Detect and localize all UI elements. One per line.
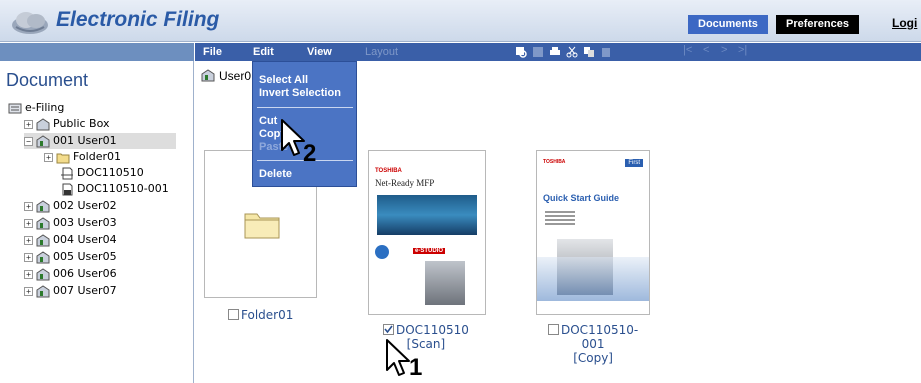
- tree-item-label: 003 User03: [53, 216, 117, 229]
- breadcrumb-label: User0: [219, 69, 252, 83]
- next-page-icon[interactable]: >: [721, 44, 727, 56]
- doc-studio: e-STUDIO: [413, 248, 446, 254]
- doc-brand: TOSHIBA: [543, 159, 566, 165]
- print-icon[interactable]: [549, 46, 561, 58]
- menu-layout[interactable]: Layout: [365, 43, 398, 61]
- tree-item-label: DOC110510: [77, 166, 144, 179]
- tree-item-user01[interactable]: − 001 User01: [24, 133, 176, 149]
- breadcrumb: User0: [201, 69, 251, 83]
- sidebar-title: Document: [6, 70, 89, 90]
- doc-brand: TOSHIBA: [375, 168, 402, 174]
- doc-title: Quick Start Guide: [543, 193, 620, 203]
- tree-item-public-box[interactable]: + Public Box: [24, 116, 110, 132]
- cover-band: [537, 257, 649, 301]
- sidebar: Document e-Filing + Public Box − 001 Use…: [0, 43, 194, 383]
- folder-icon: [244, 213, 280, 239]
- select-checkbox[interactable]: [228, 309, 239, 320]
- tree-item-label: 004 User04: [53, 233, 117, 246]
- doc-badge: First: [625, 159, 643, 167]
- tree-item-user04[interactable]: + 004 User04: [24, 232, 117, 248]
- thumbnail-label-doc110510-001[interactable]: DOC110510- 001 [Copy]: [548, 323, 638, 365]
- dolphin-image: [377, 195, 477, 235]
- login-link[interactable]: Logi: [892, 16, 917, 30]
- doc110510-001-thumbnail[interactable]: TOSHIBA First Quick Start Guide: [536, 150, 650, 315]
- sidebar-topbar: [0, 43, 194, 61]
- select-checkbox[interactable]: [548, 324, 559, 335]
- cut-icon[interactable]: [566, 46, 578, 58]
- expand-icon[interactable]: +: [24, 269, 33, 279]
- search-doc-icon[interactable]: [515, 46, 527, 58]
- tree-item-label: 007 User07: [53, 284, 117, 297]
- save-icon[interactable]: [532, 46, 544, 58]
- user-box-icon: [36, 233, 50, 246]
- efiling-root-icon: [8, 103, 22, 113]
- user-box-icon: [36, 216, 50, 229]
- tree-item-user03[interactable]: + 003 User03: [24, 215, 117, 231]
- prev-page-icon[interactable]: <: [703, 44, 709, 56]
- model-list: [545, 209, 575, 233]
- expand-icon[interactable]: +: [24, 218, 33, 228]
- tree-item-label: DOC110510-001: [77, 182, 169, 195]
- menu-item-select-all[interactable]: Select All: [259, 74, 308, 86]
- doc-title: Net-Ready MFP: [375, 178, 435, 188]
- user-box-icon: [36, 284, 50, 297]
- tree-item-efiling[interactable]: e-Filing: [8, 100, 64, 116]
- tree-item-label: Public Box: [53, 117, 110, 130]
- scan-document-icon: [61, 167, 73, 179]
- tree-item-folder01[interactable]: + Folder01: [44, 149, 121, 165]
- cloud-logo-icon: [12, 12, 48, 34]
- expand-icon[interactable]: +: [44, 152, 53, 162]
- menu-item-delete[interactable]: Delete: [259, 168, 292, 180]
- tree-item-user07[interactable]: + 007 User07: [24, 283, 117, 299]
- menubar: File Edit View Layout |< < > >|: [195, 43, 921, 61]
- tree-item-label: 001 User01: [53, 134, 117, 147]
- tree-item-label: Folder01: [73, 150, 121, 163]
- step-number-2: 2: [303, 140, 317, 167]
- menu-edit[interactable]: Edit: [253, 43, 274, 61]
- tree-item-label: 005 User05: [53, 250, 117, 263]
- user-box-icon: [201, 69, 215, 82]
- menu-view[interactable]: View: [307, 43, 332, 61]
- menu-separator: [257, 107, 353, 108]
- tree-item-user02[interactable]: + 002 User02: [24, 198, 117, 214]
- tree-item-user06[interactable]: + 006 User06: [24, 266, 117, 282]
- select-checkbox[interactable]: [383, 324, 394, 335]
- tree-item-doc110510[interactable]: DOC110510: [60, 165, 144, 181]
- tab-documents[interactable]: Documents: [688, 15, 768, 34]
- first-page-icon[interactable]: |<: [683, 44, 692, 56]
- folder-icon: [56, 153, 70, 163]
- menu-item-cut[interactable]: Cut: [259, 115, 277, 127]
- expand-icon[interactable]: +: [24, 235, 33, 245]
- app-title: Electronic Filing: [56, 8, 220, 31]
- step-number-1: 1: [409, 354, 423, 381]
- paste-icon[interactable]: [600, 46, 612, 58]
- copy-document-icon: [62, 183, 73, 195]
- collapse-icon[interactable]: −: [24, 136, 33, 146]
- pointer-cursor-icon: [386, 339, 410, 376]
- tab-preferences[interactable]: Preferences: [776, 15, 859, 34]
- doc110510-thumbnail[interactable]: TOSHIBA Net-Ready MFP e-STUDIO: [368, 150, 486, 315]
- expand-icon[interactable]: +: [24, 119, 33, 129]
- tree-item-label: 006 User06: [53, 267, 117, 280]
- tree-item-doc110510-001[interactable]: DOC110510-001: [60, 181, 169, 197]
- menu-file[interactable]: File: [203, 43, 222, 61]
- box-icon: [36, 117, 50, 130]
- tree-item-label: e-Filing: [25, 101, 65, 114]
- expand-icon[interactable]: +: [24, 286, 33, 296]
- user-box-icon: [36, 250, 50, 263]
- thumbnail-label-folder01[interactable]: Folder01: [228, 308, 293, 322]
- user-box-icon: [36, 199, 50, 212]
- globe-icon: [375, 245, 389, 259]
- mfp-image: [425, 261, 465, 305]
- tree-item-label: 002 User02: [53, 199, 117, 212]
- expand-icon[interactable]: +: [24, 252, 33, 262]
- last-page-icon[interactable]: >|: [738, 44, 747, 56]
- tree-item-user05[interactable]: + 005 User05: [24, 249, 117, 265]
- expand-icon[interactable]: +: [24, 201, 33, 211]
- user-box-icon: [36, 267, 50, 280]
- user-box-icon: [36, 134, 50, 147]
- app-header: Electronic Filing Documents Preferences …: [0, 0, 921, 42]
- menu-item-invert-selection[interactable]: Invert Selection: [259, 87, 341, 99]
- copy-icon[interactable]: [583, 46, 595, 58]
